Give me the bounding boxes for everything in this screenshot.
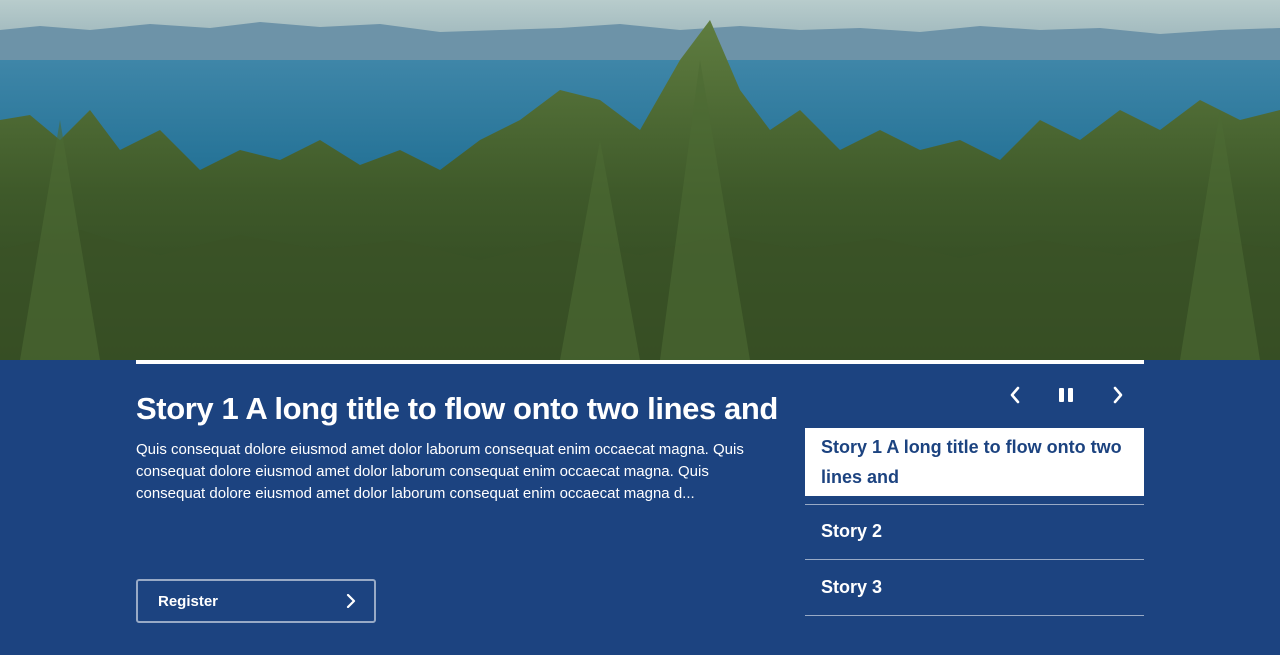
pause-button[interactable] bbox=[1051, 382, 1081, 412]
story-list-item-1[interactable]: Story 1 A long title to flow onto two li… bbox=[805, 428, 1144, 505]
next-button[interactable] bbox=[1103, 382, 1133, 412]
story-panel: Story 1 A long title to flow onto two li… bbox=[0, 360, 1280, 655]
carousel-controls bbox=[990, 382, 1144, 412]
story-list-item-3[interactable]: Story 3 bbox=[805, 560, 1144, 616]
register-button[interactable]: Register bbox=[136, 579, 376, 623]
story-title: Story 1 A long title to flow onto two li… bbox=[136, 391, 778, 426]
hero-image bbox=[0, 0, 1280, 360]
story-list: Story 1 A long title to flow onto two li… bbox=[805, 428, 1144, 616]
story-list-item-2[interactable]: Story 2 bbox=[805, 504, 1144, 560]
pause-icon bbox=[1059, 387, 1073, 407]
progress-bar bbox=[136, 360, 1144, 364]
chevron-right-icon bbox=[1112, 386, 1124, 409]
progress-fill bbox=[136, 360, 1144, 364]
register-button-label: Register bbox=[158, 592, 219, 610]
previous-button[interactable] bbox=[1000, 382, 1030, 412]
chevron-right-icon bbox=[346, 594, 356, 608]
chevron-left-icon bbox=[1009, 386, 1021, 409]
story-description: Quis consequat dolore eiusmod amet dolor… bbox=[136, 441, 744, 502]
